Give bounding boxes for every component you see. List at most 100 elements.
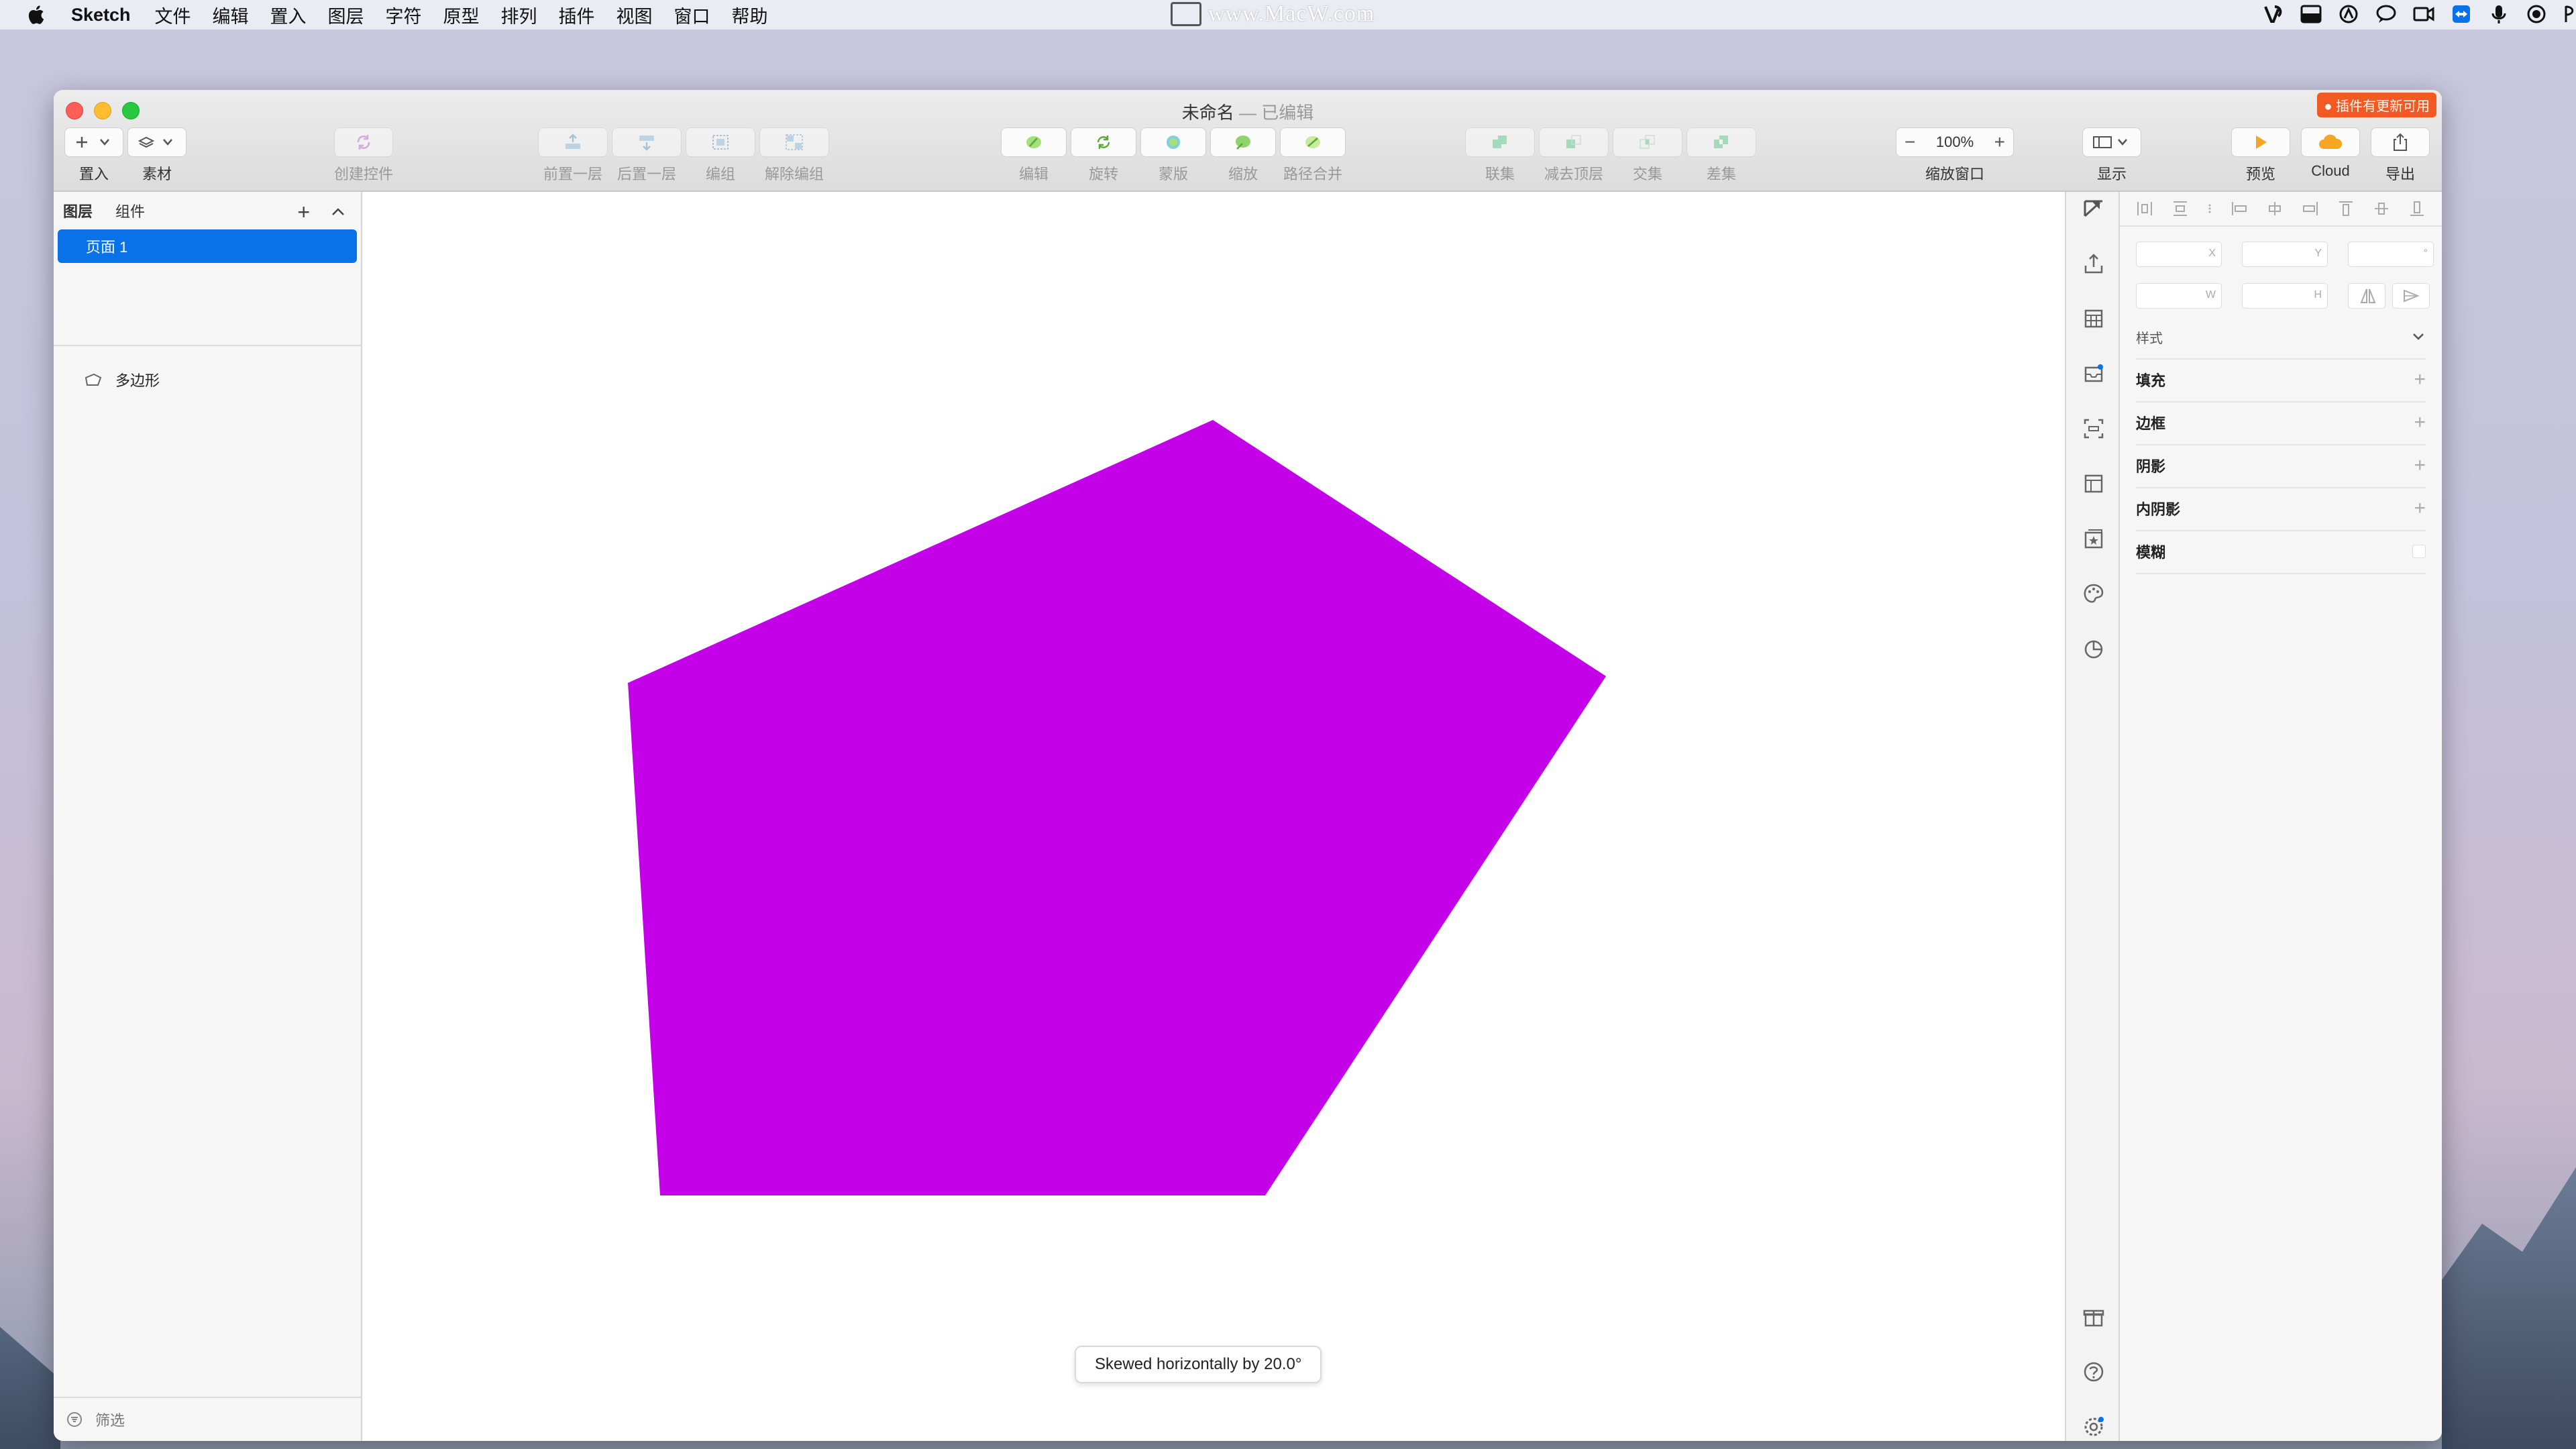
pie-chart-icon[interactable] xyxy=(2081,636,2106,661)
tab-components[interactable]: 组件 xyxy=(115,200,145,221)
resize-frame-icon[interactable] xyxy=(2081,416,2106,441)
menu-plugins[interactable]: 插件 xyxy=(559,2,595,28)
symbol-frame-icon[interactable] xyxy=(2081,526,2106,551)
align-middle-icon[interactable] xyxy=(2372,199,2391,218)
insert-group: 置入 素材 xyxy=(64,127,186,184)
edit-button[interactable] xyxy=(1001,127,1067,157)
gift-icon[interactable] xyxy=(2081,1304,2106,1330)
cloud-button[interactable] xyxy=(2301,127,2360,157)
layer-item-polygon[interactable]: 多边形 xyxy=(83,369,160,390)
difference-button[interactable] xyxy=(1686,127,1756,157)
at-icon[interactable] xyxy=(2337,3,2360,25)
menu-arrange[interactable]: 排列 xyxy=(501,2,537,28)
blur-checkbox[interactable] xyxy=(2412,545,2426,558)
height-field[interactable]: H xyxy=(2242,283,2328,309)
distribute-vertical-icon[interactable] xyxy=(2171,199,2190,218)
add-inner-shadow-icon[interactable]: + xyxy=(2414,497,2426,520)
create-symbol-button[interactable] xyxy=(334,127,393,157)
insert-button[interactable] xyxy=(64,127,123,157)
page-item-1[interactable]: 页面 1 xyxy=(58,229,357,263)
preview-label: 预览 xyxy=(2245,166,2275,182)
menu-app-name[interactable]: Sketch xyxy=(71,5,131,25)
create-symbol-label: 创建控件 xyxy=(334,166,394,182)
y-field[interactable]: Y xyxy=(2242,241,2328,267)
menu-prototype[interactable]: 原型 xyxy=(443,2,480,28)
vectorworks-icon[interactable] xyxy=(2262,3,2285,25)
upload-icon[interactable] xyxy=(2081,251,2106,276)
view-button[interactable] xyxy=(2082,127,2141,157)
x-field[interactable]: X xyxy=(2136,241,2222,267)
help-icon[interactable] xyxy=(2081,1359,2106,1385)
add-border-icon[interactable]: + xyxy=(2414,411,2426,434)
menu-file[interactable]: 文件 xyxy=(155,2,191,28)
assets-button[interactable] xyxy=(127,127,186,157)
camera-icon[interactable] xyxy=(2412,3,2435,25)
distribute-horizontal-icon[interactable] xyxy=(2135,199,2154,218)
flip-vertical-button[interactable] xyxy=(2348,283,2385,309)
rotate-button[interactable] xyxy=(1071,127,1136,157)
palette-icon[interactable] xyxy=(2081,581,2106,606)
rotation-field[interactable]: ° xyxy=(2348,241,2434,267)
bring-forward-button[interactable] xyxy=(538,127,608,157)
canvas[interactable]: Skewed horizontally by 20.0° xyxy=(362,192,2065,1441)
messages-icon[interactable] xyxy=(2081,361,2106,386)
zoom-value[interactable]: 100% xyxy=(1936,133,1974,151)
plugin-update-badge[interactable]: ● 插件有更新可用 xyxy=(2317,93,2436,117)
ungroup-button[interactable] xyxy=(759,127,829,157)
zoom-out-button[interactable]: − xyxy=(1904,131,1915,153)
width-field[interactable]: W xyxy=(2136,283,2222,309)
teamviewer-icon[interactable] xyxy=(2450,3,2473,25)
send-backward-button[interactable] xyxy=(612,127,682,157)
intersect-button[interactable] xyxy=(1613,127,1682,157)
menu-text[interactable]: 字符 xyxy=(386,2,422,28)
export-button[interactable] xyxy=(2371,127,2430,157)
add-fill-icon[interactable]: + xyxy=(2414,368,2426,391)
menu-help[interactable]: 帮助 xyxy=(732,2,768,28)
style-section-header[interactable]: 样式 xyxy=(2136,315,2426,360)
panel-divider xyxy=(54,345,361,346)
flatten-button[interactable] xyxy=(1280,127,1346,157)
align-center-horizontal-icon[interactable] xyxy=(2265,199,2284,218)
rotate-label: 旋转 xyxy=(1088,166,1118,182)
record-icon[interactable] xyxy=(2525,3,2548,25)
layout-icon[interactable] xyxy=(2081,471,2106,496)
align-left-icon[interactable] xyxy=(2230,199,2249,218)
align-bottom-icon[interactable] xyxy=(2408,199,2426,218)
tab-layers[interactable]: 图层 xyxy=(63,200,93,221)
menu-layer[interactable]: 图层 xyxy=(328,2,364,28)
position-fields: X Y ° xyxy=(2136,241,2434,267)
filter-bar[interactable]: 筛选 xyxy=(54,1397,361,1441)
inspector-toggle-icon[interactable] xyxy=(2081,196,2106,221)
chat-icon[interactable] xyxy=(2375,3,2398,25)
menu-edit[interactable]: 编辑 xyxy=(213,2,249,28)
menu-insert[interactable]: 置入 xyxy=(270,2,307,28)
menu-bar: Sketch 文件 编辑 置入 图层 字符 原型 排列 插件 视图 窗口 帮助 … xyxy=(0,0,2576,30)
group-button[interactable] xyxy=(686,127,755,157)
align-right-icon[interactable] xyxy=(2301,199,2320,218)
width-field-label: W xyxy=(2205,289,2216,301)
edited-status: — 已编辑 xyxy=(1234,103,1314,123)
add-shadow-icon[interactable]: + xyxy=(2414,454,2426,477)
apple-icon[interactable] xyxy=(25,4,46,25)
settings-icon[interactable] xyxy=(2081,1414,2106,1440)
mask-button[interactable] xyxy=(1140,127,1206,157)
collapse-pages-icon[interactable] xyxy=(330,200,346,224)
more-status-icon[interactable] xyxy=(2563,3,2576,25)
send-backward-icon xyxy=(639,136,654,151)
drawer-icon[interactable] xyxy=(2300,3,2322,25)
union-button[interactable] xyxy=(1465,127,1535,157)
flip-horizontal-button[interactable] xyxy=(2392,283,2430,309)
add-page-icon[interactable]: + xyxy=(297,200,310,225)
calendar-grid-icon[interactable] xyxy=(2081,306,2106,331)
subtract-button[interactable] xyxy=(1539,127,1609,157)
microphone-icon[interactable] xyxy=(2487,3,2510,25)
align-top-icon[interactable] xyxy=(2337,199,2355,218)
menu-view[interactable]: 视图 xyxy=(616,2,653,28)
menu-window[interactable]: 窗口 xyxy=(674,2,710,28)
more-align-icon[interactable] xyxy=(2206,199,2213,218)
polygon-shape[interactable] xyxy=(628,420,1606,1195)
scale-button[interactable] xyxy=(1210,127,1276,157)
preview-button[interactable] xyxy=(2231,127,2290,157)
zoom-in-button[interactable]: + xyxy=(1994,131,2005,153)
view-layout-chevron-icon xyxy=(2093,136,2127,148)
